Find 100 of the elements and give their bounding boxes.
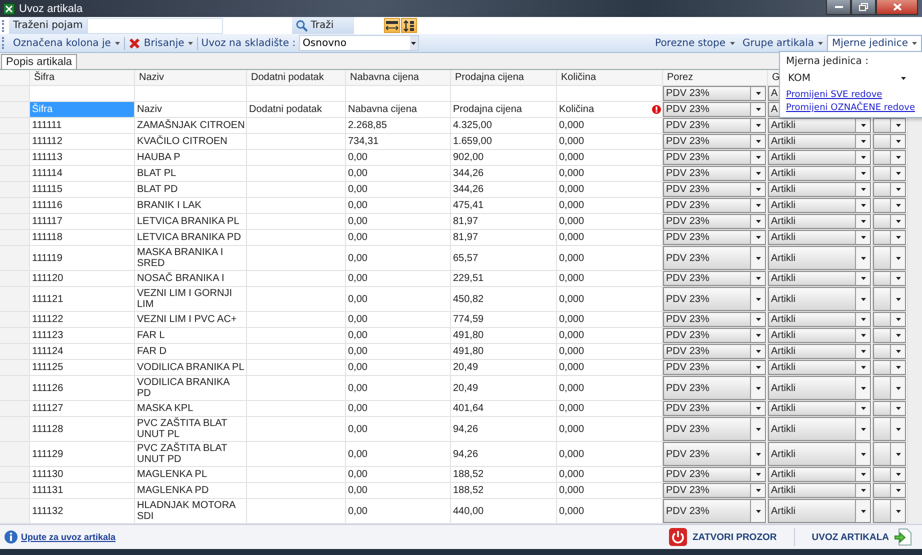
- group-dropdown[interactable]: Artikli: [768, 442, 871, 466]
- row-header[interactable]: [0, 271, 30, 287]
- row-header[interactable]: [0, 214, 30, 230]
- close-window-button[interactable]: ZATVORI PROZOR: [663, 528, 783, 546]
- unit-dropdown[interactable]: [873, 150, 906, 165]
- column-header[interactable]: Prodajna cijena: [451, 70, 557, 86]
- row-header[interactable]: [0, 376, 30, 401]
- tax-dropdown[interactable]: PDV 23%: [663, 360, 766, 375]
- row-header[interactable]: [0, 118, 30, 134]
- row-header[interactable]: [0, 467, 30, 483]
- row-header[interactable]: [0, 246, 30, 271]
- filter-cell[interactable]: [451, 86, 557, 102]
- tab[interactable]: Popis artikala: [1, 54, 78, 69]
- tax-dropdown[interactable]: PDV 23%: [663, 328, 766, 343]
- unit-dropdown[interactable]: [873, 230, 906, 245]
- tax-dropdown[interactable]: PDV 23%: [663, 312, 766, 327]
- tax-dropdown[interactable]: PDV 23%: [663, 86, 766, 101]
- row-header[interactable]: [0, 499, 30, 524]
- tax-dropdown[interactable]: PDV 23%: [663, 150, 766, 165]
- tax-dropdown[interactable]: PDV 23%: [663, 214, 766, 229]
- tax-dropdown[interactable]: PDV 23%: [663, 198, 766, 213]
- tax-dropdown[interactable]: PDV 23%: [663, 287, 766, 311]
- filter-cell[interactable]: [247, 86, 346, 102]
- row-header[interactable]: [0, 442, 30, 467]
- delete-menu[interactable]: Brisanje: [124, 34, 198, 52]
- group-dropdown[interactable]: Artikli: [768, 230, 871, 245]
- filter-cell[interactable]: [346, 86, 451, 102]
- table-cell[interactable]: Dodatni podatak: [247, 102, 346, 118]
- tax-dropdown[interactable]: PDV 23%: [663, 401, 766, 416]
- search-button[interactable]: Traži: [292, 17, 354, 34]
- marked-column-menu[interactable]: Označena kolona je: [9, 34, 124, 52]
- table-cell[interactable]: Količina: [557, 102, 663, 118]
- tax-dropdown[interactable]: PDV 23%: [663, 182, 766, 197]
- group-dropdown[interactable]: Artikli: [768, 344, 871, 359]
- toolbar-menu[interactable]: Mjerne jedinice: [827, 34, 922, 52]
- unit-dropdown[interactable]: [873, 360, 906, 375]
- row-header[interactable]: [0, 287, 30, 312]
- change-rows-link[interactable]: Promijeni OZNAČENE redove: [786, 103, 916, 113]
- row-header[interactable]: [0, 134, 30, 150]
- tax-dropdown[interactable]: PDV 23%: [663, 442, 766, 466]
- row-header[interactable]: [0, 102, 30, 118]
- table-cell[interactable]: Prodajna cijena: [451, 102, 557, 118]
- group-dropdown[interactable]: Artikli: [768, 376, 871, 400]
- toolbar-menu[interactable]: Grupe artikala: [738, 34, 827, 52]
- row-header[interactable]: [0, 312, 30, 328]
- row-header[interactable]: [0, 328, 30, 344]
- column-header[interactable]: Dodatni podatak: [247, 70, 346, 86]
- unit-dropdown[interactable]: [873, 118, 906, 133]
- warehouse-dropdown[interactable]: Osnovno: [298, 35, 419, 51]
- sort-toggle[interactable]: [400, 18, 417, 33]
- unit-dropdown[interactable]: [873, 182, 906, 197]
- tax-dropdown[interactable]: PDV 23%: [663, 499, 766, 523]
- unit-dropdown[interactable]: [873, 134, 906, 149]
- row-header[interactable]: [0, 483, 30, 499]
- group-dropdown[interactable]: Artikli: [768, 499, 871, 523]
- unit-dropdown[interactable]: [873, 271, 906, 286]
- group-dropdown[interactable]: Artikli: [768, 417, 871, 441]
- row-header[interactable]: [0, 86, 30, 102]
- row-header[interactable]: [0, 198, 30, 214]
- row-header[interactable]: [0, 360, 30, 376]
- group-dropdown[interactable]: Artikli: [768, 271, 871, 286]
- group-dropdown[interactable]: Artikli: [768, 214, 871, 229]
- row-header[interactable]: [0, 230, 30, 246]
- minimize-button[interactable]: [826, 0, 851, 15]
- unit-dropdown[interactable]: [873, 483, 906, 498]
- group-dropdown[interactable]: Artikli: [768, 483, 871, 498]
- table-cell[interactable]: Naziv: [135, 102, 247, 118]
- tax-dropdown[interactable]: PDV 23%: [663, 467, 766, 482]
- unit-dropdown[interactable]: [873, 246, 906, 270]
- close-button[interactable]: [876, 0, 918, 15]
- group-dropdown[interactable]: Artikli: [768, 401, 871, 416]
- unit-dropdown[interactable]: [873, 376, 906, 400]
- unit-dropdown[interactable]: [873, 344, 906, 359]
- group-dropdown[interactable]: Artikli: [768, 118, 871, 133]
- tax-dropdown[interactable]: PDV 23%: [663, 166, 766, 181]
- group-dropdown[interactable]: Artikli: [768, 134, 871, 149]
- tax-dropdown[interactable]: PDV 23%: [663, 483, 766, 498]
- filter-cell[interactable]: [135, 86, 247, 102]
- tax-dropdown[interactable]: PDV 23%: [663, 376, 766, 400]
- tax-dropdown[interactable]: PDV 23%: [663, 118, 766, 133]
- row-header[interactable]: [0, 166, 30, 182]
- tax-dropdown[interactable]: PDV 23%: [663, 134, 766, 149]
- change-rows-link[interactable]: Promijeni SVE redove: [786, 90, 916, 100]
- group-dropdown[interactable]: Artikli: [768, 246, 871, 270]
- group-dropdown[interactable]: Artikli: [768, 328, 871, 343]
- group-dropdown[interactable]: Artikli: [768, 166, 871, 181]
- unit-dropdown[interactable]: [873, 417, 906, 441]
- tax-dropdown[interactable]: PDV 23%: [663, 271, 766, 286]
- table-cell[interactable]: Nabavna cijena: [346, 102, 451, 118]
- auto-width-toggle[interactable]: [384, 18, 400, 33]
- group-dropdown[interactable]: Artikli: [768, 198, 871, 213]
- group-dropdown[interactable]: Artikli: [768, 360, 871, 375]
- group-dropdown[interactable]: Artikli: [768, 287, 871, 311]
- group-dropdown[interactable]: Artikli: [768, 150, 871, 165]
- row-header[interactable]: [0, 401, 30, 417]
- tax-dropdown[interactable]: PDV 23%: [663, 246, 766, 270]
- unit-dropdown[interactable]: [873, 328, 906, 343]
- toolbar-menu[interactable]: Porezne stope: [651, 34, 739, 52]
- column-header[interactable]: Naziv: [135, 70, 247, 86]
- help-link[interactable]: Upute za uvoz artikala: [21, 532, 116, 542]
